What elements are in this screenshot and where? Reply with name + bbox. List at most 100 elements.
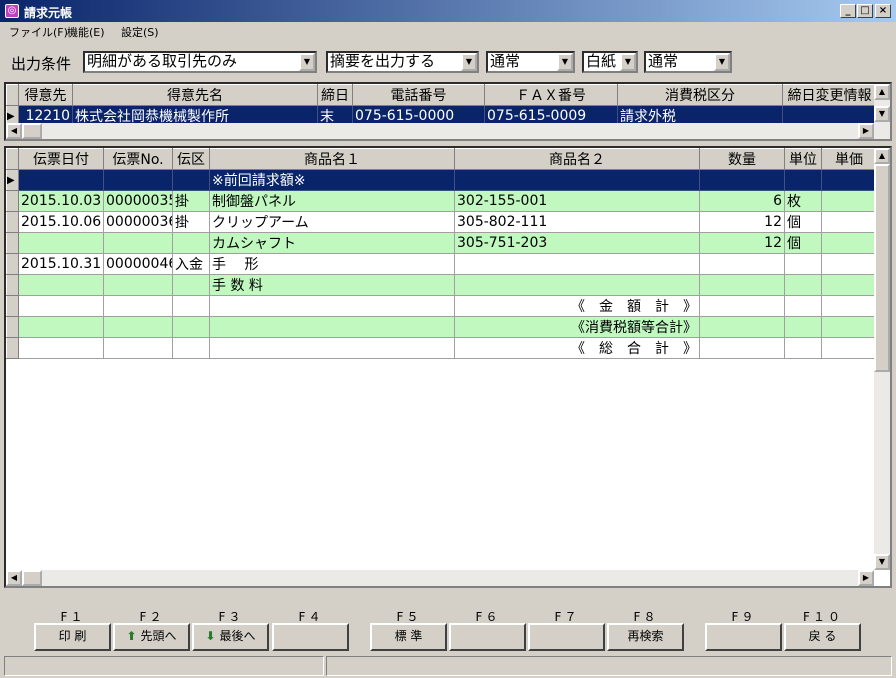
cell-slip-type[interactable]: 掛 — [172, 190, 210, 212]
filter-select-paper[interactable]: 白紙 ▼ — [582, 51, 638, 73]
chevron-down-icon[interactable]: ▼ — [620, 53, 636, 71]
cell-slip-type[interactable]: 掛 — [172, 211, 210, 233]
col-header[interactable]: 得意先 — [18, 84, 73, 106]
cell-item1[interactable]: 制御盤パネル — [209, 190, 455, 212]
cell-item1[interactable]: 手 形 — [209, 253, 455, 275]
first-button[interactable]: ⬆ 先頭へ — [113, 623, 190, 651]
cell-item2[interactable] — [454, 274, 700, 296]
col-header[interactable]: 伝票日付 — [18, 148, 104, 170]
scroll-left-icon[interactable]: ◀ — [6, 123, 22, 139]
cell-unit[interactable] — [784, 274, 822, 296]
cell-slip-no[interactable] — [103, 232, 173, 254]
scroll-thumb[interactable] — [22, 123, 42, 139]
menu-file[interactable]: ファイル(F) — [9, 24, 68, 40]
cell-item2[interactable] — [454, 169, 700, 191]
table-row[interactable]: 《消費税額等合計》 — [6, 316, 877, 338]
cell-slip-no[interactable] — [103, 169, 173, 191]
cell-item2[interactable] — [454, 253, 700, 275]
cell-slip-type[interactable] — [172, 316, 210, 338]
filter-select-target[interactable]: 明細がある取引先のみ ▼ — [83, 51, 317, 73]
cell-date[interactable] — [18, 295, 104, 317]
cell-slip-no[interactable] — [103, 274, 173, 296]
scroll-thumb[interactable] — [874, 164, 890, 372]
cell-total-label[interactable]: 《 金 額 計 》 — [454, 295, 700, 317]
scroll-up-icon[interactable]: ▲ — [874, 148, 890, 164]
cell-slip-no[interactable] — [103, 337, 173, 359]
standard-button[interactable]: 標 準 — [370, 623, 447, 651]
cell-item2[interactable]: 305-802-111 — [454, 211, 700, 233]
cell-price[interactable] — [821, 337, 877, 359]
cell-slip-type[interactable] — [172, 274, 210, 296]
table-row[interactable]: 手 数 料 — [6, 274, 877, 296]
cell-qty[interactable] — [699, 337, 785, 359]
cell-qty[interactable] — [699, 316, 785, 338]
cell-price[interactable] — [821, 211, 877, 233]
table-row[interactable]: 2015.10.03 00000035 掛 制御盤パネル 302-155-001… — [6, 190, 877, 212]
col-header[interactable]: 商品名１ — [209, 148, 455, 170]
detail-hscroll[interactable]: ◀ ▶ — [6, 570, 874, 586]
cell-item1[interactable]: クリップアーム — [209, 211, 455, 233]
table-row[interactable]: 《 総 合 計 》 — [6, 337, 877, 359]
cell-price[interactable] — [821, 316, 877, 338]
cell-slip-type[interactable] — [172, 169, 210, 191]
col-header[interactable]: 締日変更情報 — [782, 84, 877, 106]
scroll-right-icon[interactable]: ▶ — [858, 123, 874, 139]
print-button[interactable]: 印 刷 — [34, 623, 111, 651]
table-row[interactable]: 2015.10.06 00000036 掛 クリップアーム 305-802-11… — [6, 211, 877, 233]
cell-unit[interactable] — [784, 337, 822, 359]
col-header[interactable]: 単位 — [784, 148, 822, 170]
scroll-down-icon[interactable]: ▼ — [874, 106, 890, 122]
table-row[interactable]: 《 金 額 計 》 — [6, 295, 877, 317]
col-header[interactable]: 消費税区分 — [617, 84, 783, 106]
menu-function[interactable]: 機能(E) — [67, 24, 105, 40]
cell-qty[interactable]: 12 — [699, 211, 785, 233]
col-header[interactable]: 電話番号 — [352, 84, 485, 106]
chevron-down-icon[interactable]: ▼ — [714, 53, 730, 71]
f7-button[interactable] — [528, 623, 605, 651]
cell-slip-no[interactable]: 00000046 — [103, 253, 173, 275]
chevron-down-icon[interactable]: ▼ — [461, 53, 477, 71]
cell-date[interactable]: 2015.10.03 — [18, 190, 104, 212]
cell-price[interactable] — [821, 190, 877, 212]
cell-total-label[interactable]: 《消費税額等合計》 — [454, 316, 700, 338]
cell-price[interactable] — [821, 169, 877, 191]
close-button[interactable]: × — [875, 4, 891, 18]
f9-button[interactable] — [705, 623, 782, 651]
cell-item2[interactable]: 305-751-203 — [454, 232, 700, 254]
cell-item1[interactable]: 手 数 料 — [209, 274, 455, 296]
cell-price[interactable] — [821, 274, 877, 296]
last-button[interactable]: ⬇ 最後へ — [192, 623, 269, 651]
col-header[interactable]: 伝票No. — [103, 148, 173, 170]
cell-unit[interactable]: 枚 — [784, 190, 822, 212]
cell-unit[interactable]: 個 — [784, 211, 822, 233]
cell-item1[interactable] — [209, 295, 455, 317]
table-row[interactable]: ▶ ※前回請求額※ — [6, 169, 877, 191]
col-header[interactable]: 締日 — [317, 84, 353, 106]
research-button[interactable]: 再検索 — [607, 623, 684, 651]
cell-price[interactable] — [821, 253, 877, 275]
minimize-button[interactable]: _ — [840, 4, 856, 18]
table-row[interactable]: 2015.10.31 00000046 入金 手 形 — [6, 253, 877, 275]
cell-item1[interactable] — [209, 337, 455, 359]
cell-qty[interactable]: 6 — [699, 190, 785, 212]
col-header[interactable]: 得意先名 — [72, 84, 318, 106]
cell-date[interactable]: 2015.10.06 — [18, 211, 104, 233]
chevron-down-icon[interactable]: ▼ — [299, 53, 315, 71]
col-header[interactable]: ＦＡＸ番号 — [484, 84, 618, 106]
maximize-button[interactable]: □ — [857, 4, 873, 18]
cell-date[interactable] — [18, 232, 104, 254]
menu-settings[interactable]: 設定(S) — [121, 24, 159, 40]
cell-date[interactable] — [18, 169, 104, 191]
cell-unit[interactable] — [784, 169, 822, 191]
cell-item1[interactable] — [209, 316, 455, 338]
back-button[interactable]: 戻 る — [784, 623, 861, 651]
f6-button[interactable] — [449, 623, 526, 651]
col-header[interactable]: 単価 — [821, 148, 877, 170]
col-header[interactable]: 商品名２ — [454, 148, 700, 170]
cell-total-label[interactable]: 《 総 合 計 》 — [454, 337, 700, 359]
cell-item2[interactable]: 302-155-001 — [454, 190, 700, 212]
cell-slip-no[interactable] — [103, 316, 173, 338]
cell-slip-no[interactable]: 00000035 — [103, 190, 173, 212]
scroll-left-icon[interactable]: ◀ — [6, 570, 22, 586]
customer-vscroll[interactable]: ▲ ▼ — [874, 84, 890, 123]
